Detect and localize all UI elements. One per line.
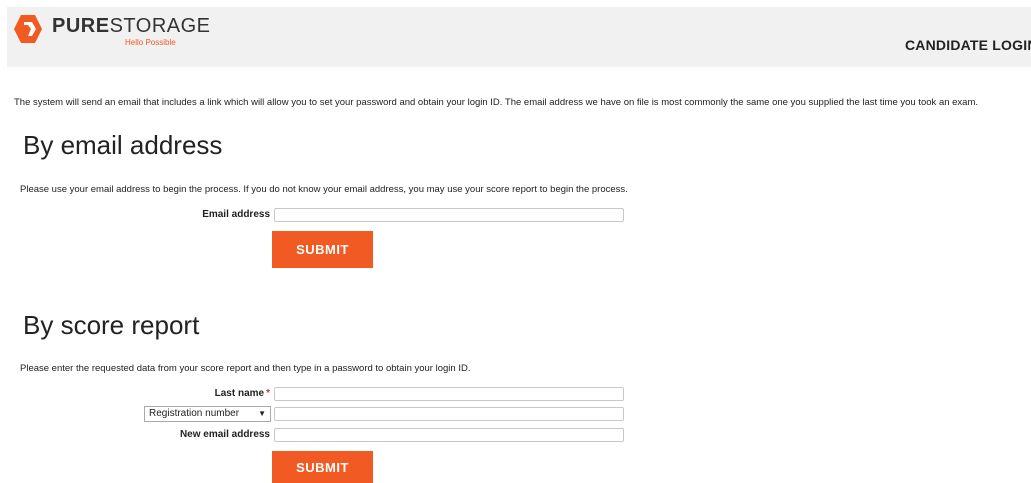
email-section-title: By email address: [23, 130, 223, 160]
email-section-description: Please use your email address to begin t…: [20, 184, 628, 195]
pure-storage-logo-icon[interactable]: [12, 13, 44, 45]
logo-text-light: STORAGE: [109, 15, 211, 37]
last-name-input[interactable]: [274, 387, 624, 401]
email-submit-button[interactable]: SUBMIT: [272, 231, 373, 268]
id-type-select[interactable]: Registration number ▼: [144, 406, 271, 422]
score-submit-button[interactable]: SUBMIT: [272, 451, 373, 483]
site-header: PURESTORAGE Hello Possible CANDIDATE LOG…: [7, 7, 1031, 67]
email-address-input[interactable]: [274, 208, 624, 222]
registration-number-input[interactable]: [274, 407, 624, 421]
new-email-address-input[interactable]: [274, 428, 624, 442]
candidate-login-link[interactable]: CANDIDATE LOGIN: [905, 37, 1031, 53]
email-address-label: Email address: [202, 209, 270, 220]
required-mark: *: [266, 388, 270, 399]
chevron-down-icon: ▼: [258, 409, 266, 418]
new-email-address-label: New email address: [179, 429, 270, 440]
logo-wordmark[interactable]: PURESTORAGE: [52, 15, 211, 37]
logo-text-bold: PURE: [52, 15, 110, 37]
logo-tagline: Hello Possible: [125, 38, 176, 47]
intro-text: The system will send an email that inclu…: [14, 97, 979, 108]
score-section-title: By score report: [23, 310, 200, 340]
last-name-label-text: Last name: [214, 388, 265, 399]
last-name-label: Last name *: [160, 388, 270, 399]
score-section-description: Please enter the requested data from you…: [20, 363, 471, 374]
id-type-selected-value: Registration number: [149, 408, 240, 419]
